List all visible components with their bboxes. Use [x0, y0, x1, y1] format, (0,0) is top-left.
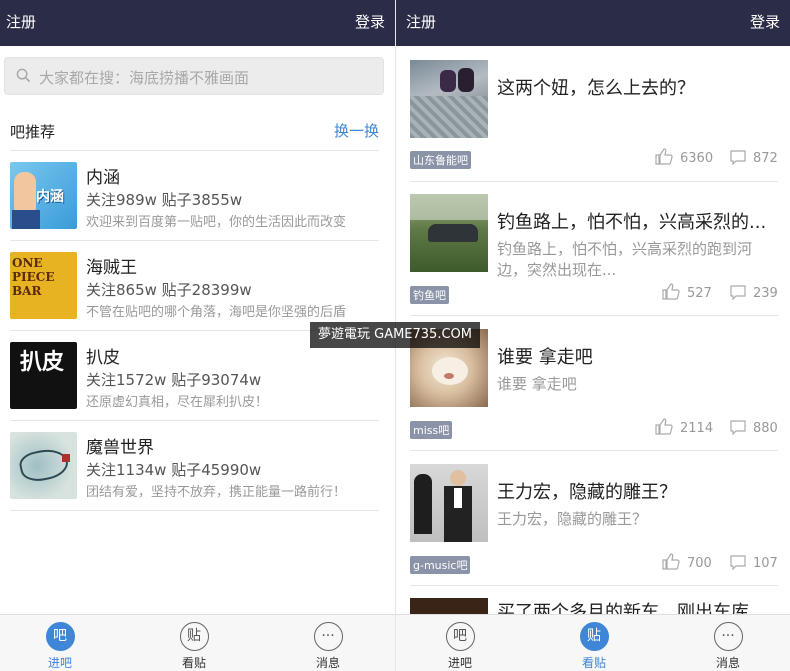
bar-item-bapi[interactable]: 扒皮 扒皮 关注1572w 贴子93074w 还原虚幻真相，尽在犀利扒皮！	[10, 342, 379, 432]
comment-icon[interactable]	[730, 420, 746, 435]
bottom-nav: 吧 进吧 贴 看贴 ··· 消息	[396, 614, 790, 671]
post-bar-tag[interactable]: 钓鱼吧	[410, 286, 449, 304]
divider	[10, 510, 379, 511]
like-icon[interactable]	[662, 283, 680, 300]
bar-desc: 还原虚幻真相，尽在犀利扒皮！	[86, 395, 269, 410]
bar-item-wow[interactable]: 魔兽世界 关注1134w 贴子45990w 团结有爱，坚持不放弃，携正能量一路前…	[10, 432, 379, 522]
bar-item-neihan[interactable]: 内涵 内涵 关注989w 贴子3855w 欢迎来到百度第一贴吧，你的生活因此而改…	[10, 162, 379, 252]
tab-label: 消息	[315, 656, 340, 670]
refresh-recommend-button[interactable]: 换一换	[334, 120, 379, 141]
post-summary: 钓鱼路上，怕不怕，兴高采烈的跑到河边，突然出现在...	[497, 240, 753, 279]
comment-count: 872	[753, 151, 778, 166]
post-title: 这两个妞，怎么上去的？	[497, 78, 695, 99]
search-input[interactable]: 大家都在搜：海底捞播不雅画面	[4, 57, 384, 95]
search-placeholder: 大家都在搜：海底捞播不雅画面	[39, 69, 250, 87]
bottom-nav: 吧 进吧 贴 看贴 ··· 消息	[0, 614, 395, 671]
bar-stats: 关注989w 贴子3855w	[86, 191, 243, 209]
bar-name: 内涵	[86, 168, 120, 188]
bar-avatar-text: 内涵	[36, 189, 64, 205]
tab-label: 进吧	[47, 656, 72, 670]
recommend-title: 吧推荐	[10, 123, 56, 141]
login-button[interactable]: 登录	[750, 11, 780, 32]
comment-count: 239	[753, 286, 778, 301]
register-button[interactable]: 注册	[406, 11, 436, 32]
like-icon[interactable]	[655, 148, 673, 165]
tab-enter-bar[interactable]: 吧 进吧	[430, 622, 490, 671]
bar-avatar	[10, 432, 77, 499]
divider	[10, 150, 379, 151]
bar-stats: 关注1572w 贴子93074w	[86, 371, 262, 389]
tab-messages[interactable]: ··· 消息	[698, 622, 758, 671]
post-summary: 王力宏，隐藏的雕王？	[497, 510, 648, 528]
divider	[410, 585, 778, 586]
tab-view-posts[interactable]: 贴 看贴	[164, 622, 224, 671]
comment-icon[interactable]	[730, 150, 746, 165]
bar-tab-icon: 吧	[445, 622, 475, 651]
comment-icon[interactable]	[730, 285, 746, 300]
post-summary: 谁要 拿走吧	[497, 375, 577, 393]
tab-messages[interactable]: ··· 消息	[298, 622, 358, 671]
post-tab-icon: 贴	[579, 622, 609, 651]
bar-name: 扒皮	[86, 348, 120, 368]
comment-icon[interactable]	[730, 555, 746, 570]
bar-stats: 关注1134w 贴子45990w	[86, 461, 262, 479]
app-root: 注册 登录 大家都在搜：海底捞播不雅画面 吧推荐 换一换 内涵 内涵 关注989…	[0, 0, 790, 671]
post-bar-tag[interactable]: miss吧	[410, 421, 453, 439]
bar-name: 海贼王	[86, 258, 137, 278]
post-title: 谁要 拿走吧	[497, 347, 593, 368]
login-button[interactable]: 登录	[355, 11, 385, 32]
divider	[10, 420, 379, 421]
tab-view-posts[interactable]: 贴 看贴	[564, 622, 624, 671]
bar-stats: 关注865w 贴子28399w	[86, 281, 252, 299]
post-tab-icon: 贴	[179, 622, 209, 651]
bar-avatar: ONE PIECE BAR	[10, 252, 77, 319]
divider	[410, 315, 778, 316]
comment-count: 107	[753, 556, 778, 571]
divider	[410, 181, 778, 182]
divider	[10, 240, 379, 241]
post-title: 王力宏，隐藏的雕王？	[497, 482, 677, 503]
post-image	[410, 194, 488, 272]
register-button[interactable]: 注册	[6, 11, 36, 32]
post-image	[410, 60, 488, 138]
bar-avatar-text: 扒皮	[20, 350, 65, 375]
comment-count: 880	[753, 421, 778, 436]
bar-desc: 欢迎来到百度第一贴吧，你的生活因此而改变	[86, 215, 347, 230]
bar-avatar: 内涵	[10, 162, 77, 229]
post-item[interactable]: 王力宏，隐藏的雕王？ 王力宏，隐藏的雕王？ g-music吧 700 107	[410, 464, 778, 586]
post-item[interactable]: 这两个妞，怎么上去的？ 山东鲁能吧 6360 872	[410, 60, 778, 182]
bar-name: 魔兽世界	[86, 438, 154, 458]
bar-desc: 不管在贴吧的哪个角落，海吧是你坚强的后盾	[86, 305, 347, 320]
tab-label: 进吧	[447, 656, 472, 670]
post-title: 钓鱼路上，怕不怕，兴高采烈的...	[497, 212, 767, 233]
top-bar: 注册 登录	[396, 0, 790, 46]
search-icon	[16, 68, 31, 83]
post-bar-tag[interactable]: 山东鲁能吧	[410, 151, 471, 169]
tab-label: 看贴	[581, 656, 606, 670]
post-bar-tag[interactable]: g-music吧	[410, 556, 471, 574]
tab-label: 看贴	[181, 656, 206, 670]
post-image	[410, 464, 488, 542]
tab-enter-bar[interactable]: 吧 进吧	[30, 622, 90, 671]
bar-desc: 团结有爱，坚持不放弃，携正能量一路前行！	[86, 485, 347, 500]
like-count: 2114	[680, 421, 714, 436]
watermark: 夢遊電玩 GAME735.COM	[310, 322, 480, 348]
like-count: 6360	[680, 151, 714, 166]
divider	[410, 450, 778, 451]
like-count: 700	[687, 556, 712, 571]
like-icon[interactable]	[655, 418, 673, 435]
bar-avatar: 扒皮	[10, 342, 77, 409]
bar-tab-icon: 吧	[45, 622, 75, 651]
bar-avatar-text: ONE PIECE BAR	[12, 256, 55, 298]
tab-label: 消息	[715, 656, 740, 670]
message-tab-icon: ···	[313, 622, 343, 651]
like-icon[interactable]	[662, 553, 680, 570]
top-bar: 注册 登录	[0, 0, 395, 46]
like-count: 527	[687, 286, 712, 301]
post-item[interactable]: 钓鱼路上，怕不怕，兴高采烈的... 钓鱼路上，怕不怕，兴高采烈的跑到河边，突然出…	[410, 194, 778, 316]
message-tab-icon: ···	[713, 622, 743, 651]
